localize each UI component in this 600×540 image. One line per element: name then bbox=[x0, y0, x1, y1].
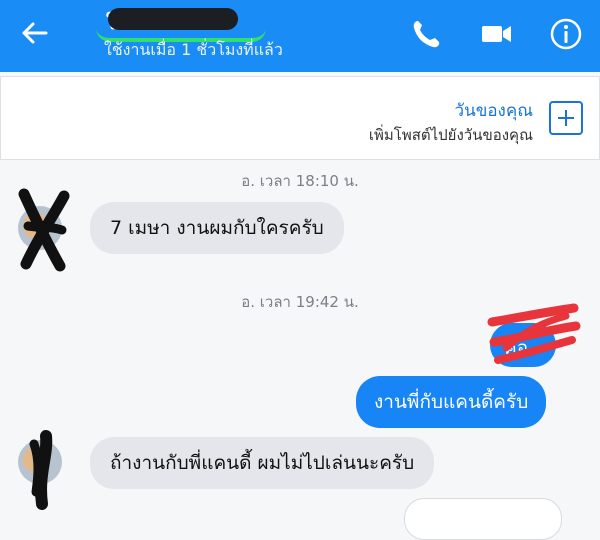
name-redaction bbox=[108, 8, 238, 30]
back-arrow-icon[interactable] bbox=[16, 18, 56, 48]
red-scribble bbox=[487, 303, 581, 364]
black-scribble bbox=[18, 188, 70, 272]
video-camera-icon[interactable] bbox=[478, 16, 514, 52]
info-icon[interactable] bbox=[548, 16, 584, 52]
partial-message-card[interactable] bbox=[404, 498, 562, 540]
outgoing-message[interactable]: งานพี่กับแคนดี้ครับ bbox=[356, 376, 547, 428]
message-timestamp: อ. เวลา 18:10 น. bbox=[241, 172, 359, 190]
conversation-header: ใจใจ นายไทร ใช้งานเมื่อ 1 ชั่วโมงที่แล้ว bbox=[0, 0, 600, 72]
black-scribble bbox=[29, 430, 53, 510]
story-prompt[interactable]: วันของคุณ เพิ่มโพสต์ไปยังวันของคุณ bbox=[0, 76, 600, 160]
incoming-message[interactable]: 7 เมษา งานผมกับใครครับ bbox=[90, 202, 344, 254]
add-story-icon[interactable] bbox=[549, 101, 583, 135]
phone-icon[interactable] bbox=[408, 16, 444, 52]
active-status: ใช้งานเมื่อ 1 ชั่วโมงที่แล้ว bbox=[104, 40, 283, 59]
story-subtitle: เพิ่มโพสต์ไปยังวันของคุณ bbox=[368, 126, 533, 144]
story-title[interactable]: วันของคุณ bbox=[455, 97, 533, 124]
incoming-message[interactable]: ถ้างานกับพี่แคนดี้ ผมไม่ไปเล่นนะครับ bbox=[90, 437, 435, 489]
